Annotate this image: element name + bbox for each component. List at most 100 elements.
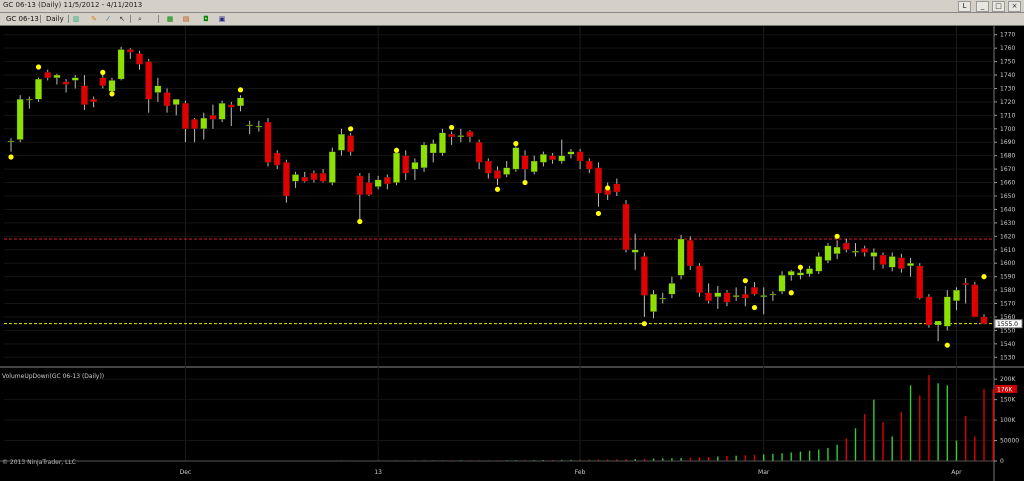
candle-down [319,173,327,182]
candle-down [273,152,281,166]
volume-tick-label: 200K [1000,376,1016,383]
candle-up [71,77,79,81]
candle-down [62,81,70,85]
candle-up [200,117,208,129]
candle-up [393,152,400,183]
price-tick-label: 1770 [1000,32,1015,39]
candle-down [264,121,272,163]
minimize-button[interactable]: _ [976,1,989,12]
candle-up [255,125,263,128]
price-candles [7,46,988,342]
volume-tick-label: 100K [1000,417,1016,424]
candle-up [16,99,24,140]
candle-down [549,155,556,160]
price-tick-label: 1670 [1000,166,1015,173]
candle-up [117,49,125,80]
candle-up [769,293,777,296]
candle-up [852,250,859,253]
candle-up [943,296,951,327]
volume-panel-title: VolumeUpDown(GC 06-13 (Daily)) [2,373,104,380]
candle-down [484,160,492,174]
close-button[interactable]: × [1008,1,1021,12]
swing-marker [522,179,528,186]
instrument-selector[interactable]: GC 06-13 [4,14,41,24]
candle-down [861,248,869,253]
swing-marker [348,126,354,132]
candle-up [677,238,685,276]
candle-up [172,99,180,105]
candle-up [668,283,676,295]
candle-down [466,131,474,138]
x-tick-label: Apr [951,469,962,476]
candle-down [191,119,198,129]
bar-style-icon[interactable]: ▥ [72,15,80,23]
indicators-icon[interactable]: ▤ [182,15,190,23]
candle-down [980,316,988,324]
candle-up [778,275,786,292]
swing-markers [8,64,987,348]
candle-down [916,265,924,299]
window-title: GC 06-13 (Daily) 11/5/2012 - 4/11/2013 [3,1,143,9]
candle-up [650,293,657,312]
zoom-icon[interactable]: ⌕ [136,15,144,23]
candle-up [108,80,116,92]
candle-up [411,162,419,170]
price-tick-label: 1540 [1000,341,1015,348]
candle-up [797,272,804,276]
strategies-icon[interactable]: ◘ [202,15,210,23]
pencil-icon[interactable]: ✎ [90,15,98,23]
price-tick-label: 1600 [1000,260,1015,267]
candle-down [641,256,648,296]
price-tick-label: 1750 [1000,59,1015,66]
copyright-text: © 2013 NinjaTrader, LLC [2,459,76,466]
toolbar-separator [130,15,131,23]
price-tick-label: 1730 [1000,85,1015,92]
candle-down [402,155,410,174]
drawing-tools-icon[interactable]: ⁄ [104,15,112,23]
swing-marker [944,342,950,348]
candle-up [824,245,832,261]
properties-icon[interactable]: ▦ [166,15,174,23]
candle-up [512,147,520,170]
chart-toolbar: GC 06-13 Daily ▥ ✎ ⁄ ↖ ⌕ ▦ ▤ ◘ ▣ [0,13,1024,26]
candle-up [25,99,33,101]
candle-down [365,182,373,195]
swing-marker [393,147,400,153]
candle-up [833,246,841,254]
swing-marker [35,64,42,70]
candle-up [7,140,15,143]
chart-area[interactable]: Dec 13 Feb Mar Apr15301540155015601570158015… [0,26,1024,481]
candle-down [751,287,758,295]
candle-down [310,173,318,181]
toolbar-separator [158,15,159,23]
data-box-icon[interactable]: ▣ [218,15,226,23]
candle-down [705,292,712,301]
candle-up [503,167,511,175]
maximize-button[interactable]: □ [992,1,1005,12]
candle-up [907,263,914,267]
current-price-label: 1555.0 [997,321,1018,328]
volume-tick-label: 50000 [1000,438,1019,445]
layout-button[interactable]: L [958,1,971,12]
price-tick-label: 1590 [1000,274,1015,281]
swing-marker [742,278,748,284]
price-tick-label: 1700 [1000,126,1015,133]
candle-down [842,242,850,250]
candle-down [723,292,731,303]
swing-marker [109,91,115,97]
price-tick-label: 1580 [1000,287,1015,294]
swing-marker [494,186,501,192]
period-selector[interactable]: Daily [44,14,66,24]
candle-up [732,295,740,297]
x-tick-label: Feb [575,469,586,476]
pointer-icon[interactable]: ↖ [118,15,126,23]
candle-up [558,155,566,162]
candle-up [870,252,878,257]
candle-down [879,254,887,265]
price-tick-label: 1530 [1000,354,1015,361]
candle-up [328,151,336,183]
candle-down [925,296,933,326]
candle-up [53,74,61,78]
candle-down [126,49,134,53]
candle-up [338,134,345,151]
